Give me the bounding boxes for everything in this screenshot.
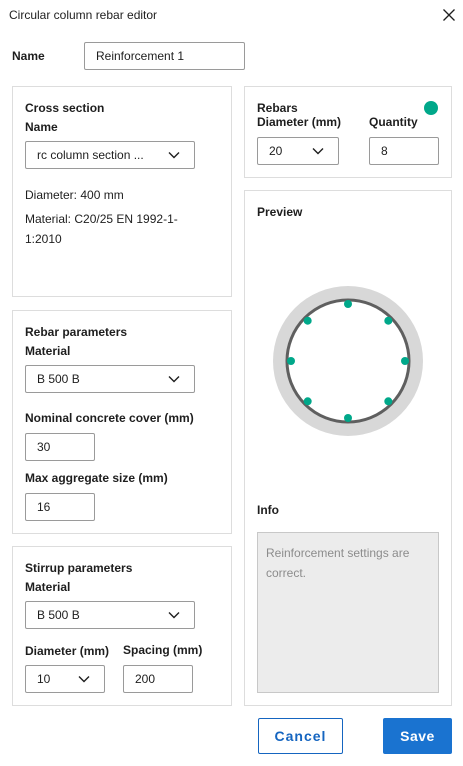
title-bar: Circular column rebar editor: [0, 0, 463, 30]
section-preview: [273, 286, 423, 436]
aggregate-input[interactable]: 16: [25, 493, 95, 521]
info-message: Reinforcement settings are correct.: [266, 546, 410, 580]
stirrup-spacing-label: Spacing (mm): [123, 643, 203, 657]
stirrup-parameters-heading: Stirrup parameters: [25, 561, 133, 575]
chevron-down-icon: [312, 148, 324, 155]
rebar-dot: [303, 397, 312, 406]
info-message-box: Reinforcement settings are correct.: [257, 532, 439, 693]
cross-section-select[interactable]: rc column section ...: [25, 141, 195, 169]
cover-input[interactable]: 30: [25, 433, 95, 461]
chevron-down-icon: [78, 676, 90, 683]
aggregate-input-value: 16: [37, 500, 51, 514]
name-input-value: Reinforcement 1: [96, 49, 185, 63]
chevron-down-icon: [168, 152, 180, 159]
rebar-dot: [401, 357, 409, 365]
cross-section-material-line1: Material: C20/25 EN 1992-1-: [25, 212, 178, 226]
chevron-down-icon: [168, 376, 180, 383]
name-label: Name: [12, 49, 45, 63]
cancel-button[interactable]: Cancel: [258, 718, 343, 754]
rebar-dot: [384, 397, 393, 406]
rebar-dot: [344, 300, 352, 308]
stirrup-material-select-value: B 500 B: [37, 608, 80, 622]
info-heading: Info: [257, 503, 279, 517]
cross-section-diameter: Diameter: 400 mm: [25, 188, 124, 202]
cross-section-select-value: rc column section ...: [37, 148, 144, 162]
rebar-material-select-value: B 500 B: [37, 372, 80, 386]
rebars-quantity-label: Quantity: [369, 115, 418, 129]
rebar-material-label: Material: [25, 344, 71, 358]
cross-section-heading: Cross section: [25, 101, 105, 115]
name-input[interactable]: Reinforcement 1: [84, 42, 245, 70]
window-title: Circular column rebar editor: [9, 8, 158, 22]
status-indicator-icon: [424, 101, 438, 115]
cross-section-material-line2: 1:2010: [25, 232, 62, 246]
stirrup-spacing-input-value: 200: [135, 672, 156, 686]
preview-heading: Preview: [257, 205, 303, 219]
rebar-dot: [287, 357, 295, 365]
cover-input-value: 30: [37, 440, 51, 454]
stirrup-material-label: Material: [25, 580, 71, 594]
rebars-diameter-select[interactable]: 20: [257, 137, 339, 165]
rebar-dot: [303, 316, 312, 325]
save-button[interactable]: Save: [383, 718, 452, 754]
stirrup-diameter-select[interactable]: 10: [25, 665, 105, 693]
cross-section-name-label: Name: [25, 120, 58, 134]
rebar-parameters-heading: Rebar parameters: [25, 325, 128, 339]
rebar-material-select[interactable]: B 500 B: [25, 365, 195, 393]
stirrup-diameter-label: Diameter (mm): [25, 644, 110, 658]
rebars-heading: Rebars: [257, 101, 298, 115]
aggregate-label: Max aggregate size (mm): [25, 471, 168, 485]
rebars-quantity-input[interactable]: 8: [369, 137, 439, 165]
rebar-dot: [384, 316, 393, 325]
stirrup-spacing-input[interactable]: 200: [123, 665, 193, 693]
stirrup-material-select[interactable]: B 500 B: [25, 601, 195, 629]
chevron-down-icon: [168, 612, 180, 619]
cover-label: Nominal concrete cover (mm): [25, 411, 194, 425]
rebars-quantity-input-value: 8: [381, 144, 388, 158]
close-icon[interactable]: [440, 6, 458, 24]
rebar-dot: [344, 414, 352, 422]
rebars-diameter-label: Diameter (mm): [257, 115, 342, 129]
stirrup-diameter-select-value: 10: [37, 672, 51, 686]
rebars-diameter-select-value: 20: [269, 144, 283, 158]
